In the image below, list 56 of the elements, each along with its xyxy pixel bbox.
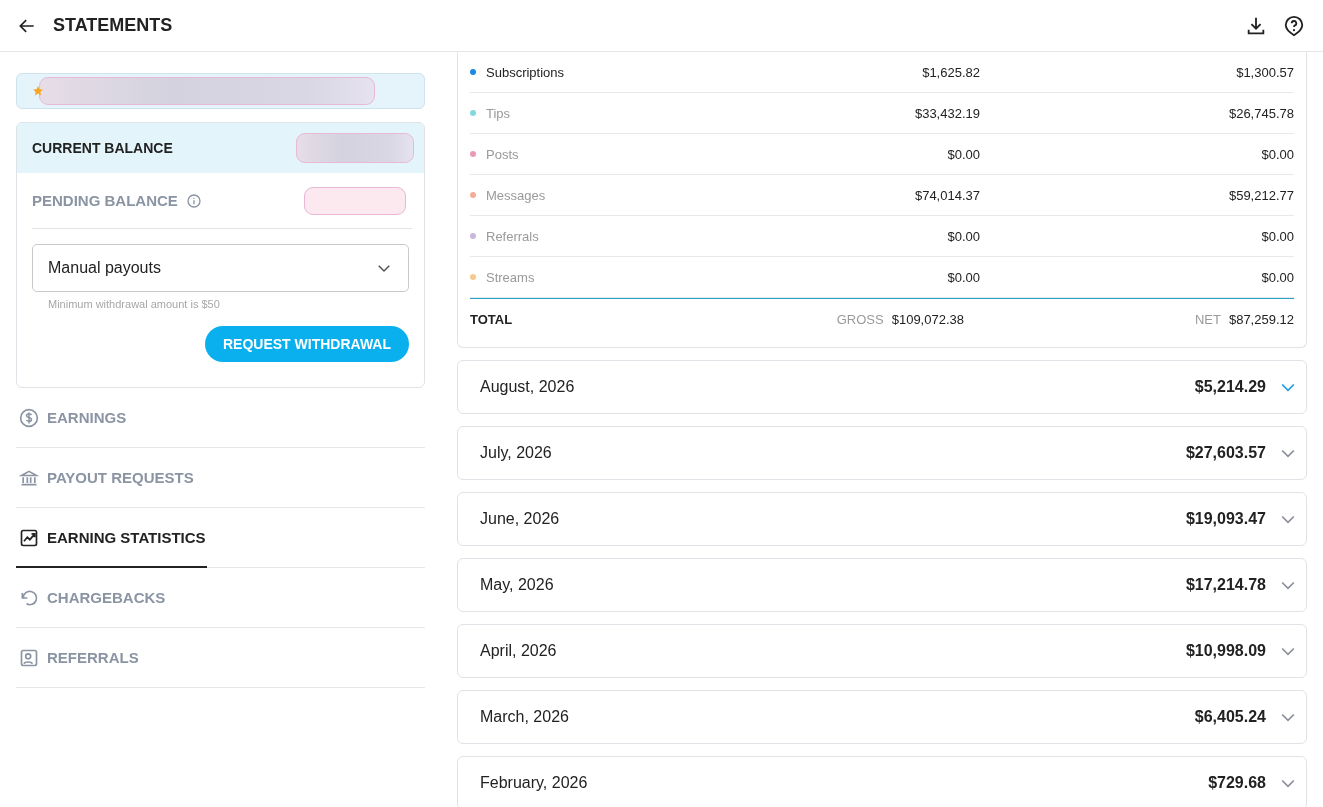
month-row[interactable]: July, 2026 $27,603.57: [457, 426, 1307, 480]
month-row[interactable]: February, 2026 $729.68: [457, 756, 1307, 807]
gross-amount: $33,432.19: [913, 105, 980, 121]
category-name: Subscriptions: [486, 64, 566, 80]
net-amount: $0.00: [1260, 269, 1294, 285]
month-row[interactable]: August, 2026 $5,214.29: [457, 360, 1307, 414]
net-label: NET: [1194, 311, 1221, 327]
chart-icon: [19, 527, 39, 548]
help-icon[interactable]: [1283, 14, 1305, 37]
month-label: July, 2026: [480, 444, 552, 462]
gross-amount: $0.00: [946, 146, 980, 162]
month-label: February, 2026: [480, 774, 588, 792]
dollar-icon: [19, 407, 39, 428]
gross-label: GROSS: [836, 311, 884, 327]
month-amount: $27,603.57: [1185, 444, 1266, 462]
gross-amount: $74,014.37: [913, 187, 980, 203]
gross-total: $109,072.38: [891, 311, 964, 327]
month-amount: $6,405.24: [1194, 708, 1266, 726]
month-row[interactable]: March, 2026 $6,405.24: [457, 690, 1307, 744]
person-card-icon: [19, 647, 39, 668]
month-label: May, 2026: [480, 576, 554, 594]
gross-amount: $0.00: [946, 228, 980, 244]
month-label: August, 2026: [480, 378, 575, 396]
net-amount: $0.00: [1260, 146, 1294, 162]
month-amount: $19,093.47: [1185, 510, 1266, 528]
gross-amount: $0.00: [946, 269, 980, 285]
nav-tab[interactable]: EARNING STATISTICS: [16, 508, 425, 568]
month-amount: $729.68: [1208, 774, 1266, 792]
month-row[interactable]: April, 2026 $10,998.09: [457, 624, 1307, 678]
month-row[interactable]: May, 2026 $17,214.78: [457, 558, 1307, 612]
current-balance-label: CURRENT BALANCE: [32, 140, 173, 156]
category-name: Streams: [486, 269, 536, 285]
month-amount: $10,998.09: [1185, 642, 1266, 660]
net-amount: $0.00: [1260, 228, 1294, 244]
total-label: TOTAL: [470, 311, 514, 327]
month-amount: $17,214.78: [1185, 576, 1266, 594]
net-amount: $59,212.77: [1227, 187, 1294, 203]
category-name: Posts: [486, 146, 520, 162]
net-amount: $26,745.78: [1227, 105, 1294, 121]
month-label: March, 2026: [480, 708, 569, 726]
gross-amount: $1,625.82: [921, 64, 980, 80]
category-name: Tips: [486, 105, 512, 121]
info-icon[interactable]: [185, 192, 202, 209]
month-amount: $5,214.29: [1194, 378, 1266, 396]
payout-method-dropdown[interactable]: Manual payouts: [32, 244, 409, 292]
page-title: STATEMENTS: [53, 15, 173, 36]
category-name: Referrals: [486, 228, 540, 244]
net-total: $87,259.12: [1228, 311, 1294, 327]
hint-text: Minimum withdrawal amount is $50: [48, 298, 221, 310]
pending-balance-label: PENDING BALANCE: [32, 192, 178, 209]
net-amount: $1,300.57: [1235, 64, 1294, 80]
star-icon: [33, 86, 43, 96]
month-label: June, 2026: [480, 510, 560, 528]
month-row[interactable]: June, 2026 $19,093.47: [457, 492, 1307, 546]
category-name: Messages: [486, 187, 547, 203]
month-label: April, 2026: [480, 642, 557, 660]
